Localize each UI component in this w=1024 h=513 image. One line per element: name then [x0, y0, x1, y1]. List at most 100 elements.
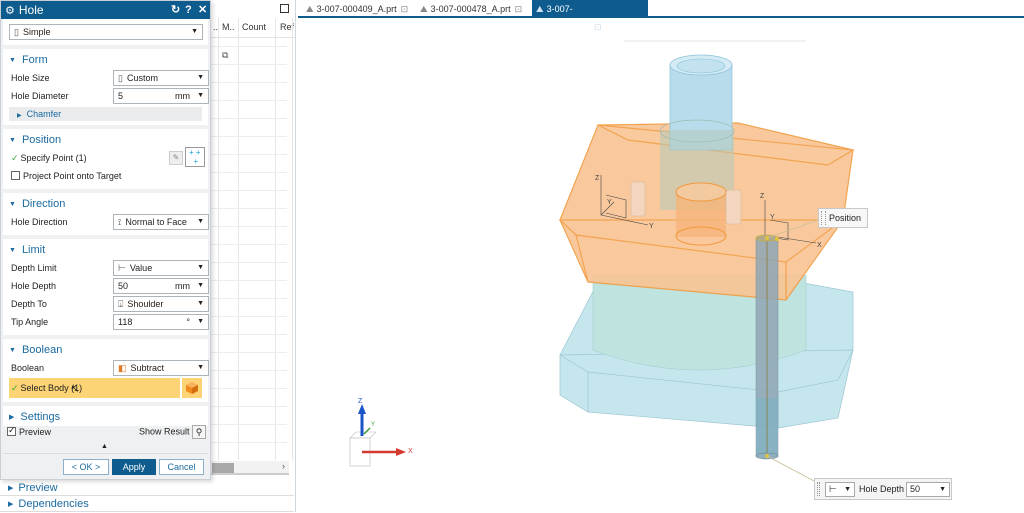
depth-to-label: Depth To — [11, 299, 47, 309]
depth-to-select[interactable]: ⍗ Shoulder ▼ — [113, 296, 209, 312]
hole-depth-value-field[interactable]: 50 ▼ — [906, 482, 950, 497]
hole-icon: ▯ — [118, 73, 123, 83]
pin-left — [630, 181, 646, 217]
column-header-m[interactable]: M.. — [222, 22, 235, 32]
dialog-title-bar: ⚙ Hole ↻ ? ✕ — [1, 1, 210, 19]
expand-icon: ▶ — [8, 485, 14, 492]
chevron-down-icon[interactable]: ▼ — [197, 89, 204, 103]
position-group: ▼ Position ✓ Specify Point (1) ✎ + + + Pro… — [3, 129, 208, 189]
hole-diameter-input[interactable]: 5 mm ▼ — [113, 88, 209, 104]
collapse-icon: ▼ — [9, 137, 16, 144]
project-point-checkbox[interactable] — [11, 171, 20, 180]
part-icon: ⛰ — [536, 4, 544, 14]
restore-window-icon[interactable] — [280, 4, 289, 13]
modified-icon: ⊡ — [514, 4, 523, 14]
tip-angle-label: Tip Angle — [11, 317, 49, 327]
preview-checkbox[interactable]: ✓ — [7, 425, 16, 436]
view-triad-icon — [349, 404, 406, 467]
tab-part-000478[interactable]: ⛰ 3-007-000478_A.prt ⊡ — [416, 0, 532, 18]
triad-y-label: Y — [371, 422, 376, 428]
collapse-arrow-icon[interactable]: ▲ — [101, 443, 108, 450]
hole-dialog: ⚙ Hole ↻ ? ✕ ▯ Simple ▼ ▼ Form Hole Size ▯ Cu… — [0, 0, 211, 480]
cancel-button[interactable]: Cancel — [159, 459, 204, 475]
position-group-header[interactable]: ▼ Position — [9, 131, 202, 149]
check-icon: ✓ — [11, 153, 19, 163]
dependencies-section[interactable]: ▶ Dependencies — [0, 496, 294, 512]
chevron-down-icon[interactable]: ▼ — [939, 483, 946, 496]
close-icon[interactable]: ✕ — [198, 1, 207, 19]
modified-icon: ⊡ — [400, 4, 409, 14]
model-graphics: Z Y Y Z X Y — [349, 40, 855, 483]
pin-right — [725, 189, 742, 225]
svg-text:Y: Y — [607, 199, 612, 206]
sketch-section-icon[interactable]: ✎ — [169, 151, 183, 165]
tab-part-000055[interactable]: ⛰ 3-007-000055_A.prt ⊡ × — [532, 0, 648, 32]
graphics-viewport[interactable]: Z Y Y Z X Y Z X Y — [298, 20, 1024, 512]
settings-group: ▶ Settings — [3, 406, 208, 426]
boolean-group-header[interactable]: ▼ Boolean — [9, 341, 202, 359]
direction-group-header[interactable]: ▼ Direction — [9, 195, 202, 213]
depth-limit-label: Depth Limit — [11, 263, 57, 273]
gear-icon: ⚙ — [5, 5, 15, 17]
settings-group-header[interactable]: ▶ Settings — [9, 408, 202, 426]
hole-size-label: Hole Size — [11, 73, 50, 83]
triad-z-label: Z — [358, 398, 363, 405]
limit-type-dropdown[interactable]: ⊢ ▼ — [825, 482, 855, 497]
project-point-label: Project Point onto Target — [23, 171, 122, 181]
chevron-down-icon: ▼ — [197, 300, 204, 307]
drag-handle[interactable] — [817, 482, 820, 496]
preview-option: ✓ Preview — [7, 425, 52, 437]
chevron-down-icon: ▼ — [844, 486, 851, 493]
hole-depth-onscreen-input: ⊢ ▼ Hole Depth 50 ▼ — [814, 478, 952, 500]
counterbore-hole — [675, 182, 727, 246]
point-dialog-icon[interactable]: + + + — [185, 147, 205, 167]
ok-button[interactable]: < OK > — [63, 459, 109, 475]
scroll-right-icon[interactable]: › — [282, 461, 285, 471]
chevron-down-icon: ▼ — [197, 364, 204, 371]
depth-limit-select[interactable]: ⊢ Value ▼ — [113, 260, 209, 276]
horizontal-scrollbar[interactable]: › — [210, 461, 289, 475]
limit-group-header[interactable]: ▼ Limit — [9, 241, 202, 259]
scrollbar-thumb[interactable] — [212, 463, 234, 473]
form-group-header[interactable]: ▼ Form — [9, 51, 202, 69]
mouse-cursor-icon: ↖ — [71, 384, 80, 395]
hole-diameter-label: Hole Diameter — [11, 91, 69, 101]
specify-point-label[interactable]: Specify Point (1) — [21, 153, 87, 163]
hole-depth-label: Hole Depth — [11, 281, 57, 291]
hole-direction-label: Hole Direction — [11, 217, 68, 227]
reference-icon: ⧉ — [222, 50, 229, 60]
hole-depth-input[interactable]: 50 mm ▼ — [113, 278, 209, 294]
show-result-magnifier-icon[interactable]: ⚲ — [192, 425, 206, 439]
svg-text:Z: Z — [595, 175, 600, 182]
select-body-icon[interactable] — [180, 378, 202, 398]
help-icon[interactable]: ? — [185, 1, 192, 19]
preview-section[interactable]: ▶ Preview — [0, 480, 294, 496]
hole-type-select[interactable]: ▯ Simple ▼ — [9, 24, 203, 40]
svg-text:Y: Y — [770, 214, 775, 221]
select-body-row[interactable]: ✓ Select Body (1) ↖ — [9, 378, 202, 398]
chevron-down-icon: ▼ — [191, 28, 198, 35]
form-group: ▼ Form Hole Size ▯ Custom ▼ Hole Diameter 5… — [3, 49, 209, 125]
column-header-count[interactable]: Count — [242, 22, 266, 32]
hole-depth-label: Hole Depth — [859, 484, 905, 494]
svg-text:Y: Y — [649, 223, 654, 230]
dialog-title: Hole — [18, 3, 44, 17]
position-handle-label[interactable]: Position — [818, 208, 869, 228]
hole-direction-select[interactable]: ⟟ Normal to Face ▼ — [113, 214, 209, 230]
subtract-icon: ◧ — [118, 363, 127, 373]
svg-text:X: X — [817, 242, 822, 249]
value-limit-icon: ⊢ — [118, 263, 126, 273]
tip-angle-input[interactable]: 118 ° ▼ — [113, 314, 209, 330]
hole-size-select[interactable]: ▯ Custom ▼ — [113, 70, 209, 86]
tab-part-000409[interactable]: ⛰ 3-007-000409_A.prt ⊡ — [302, 0, 416, 18]
type-group: ▯ Simple ▼ — [3, 19, 208, 45]
collapse-icon: ▼ — [9, 201, 16, 208]
chevron-down-icon[interactable]: ▼ — [197, 279, 204, 293]
chamfer-subgroup[interactable]: ▶ Chamfer — [9, 107, 202, 121]
reset-icon[interactable]: ↻ — [171, 1, 180, 19]
chevron-down-icon[interactable]: ▼ — [197, 315, 204, 329]
apply-button[interactable]: Apply — [112, 459, 156, 475]
chevron-down-icon: ▼ — [197, 74, 204, 81]
boolean-label: Boolean — [11, 363, 45, 373]
boolean-select[interactable]: ◧ Subtract ▼ — [113, 360, 209, 376]
